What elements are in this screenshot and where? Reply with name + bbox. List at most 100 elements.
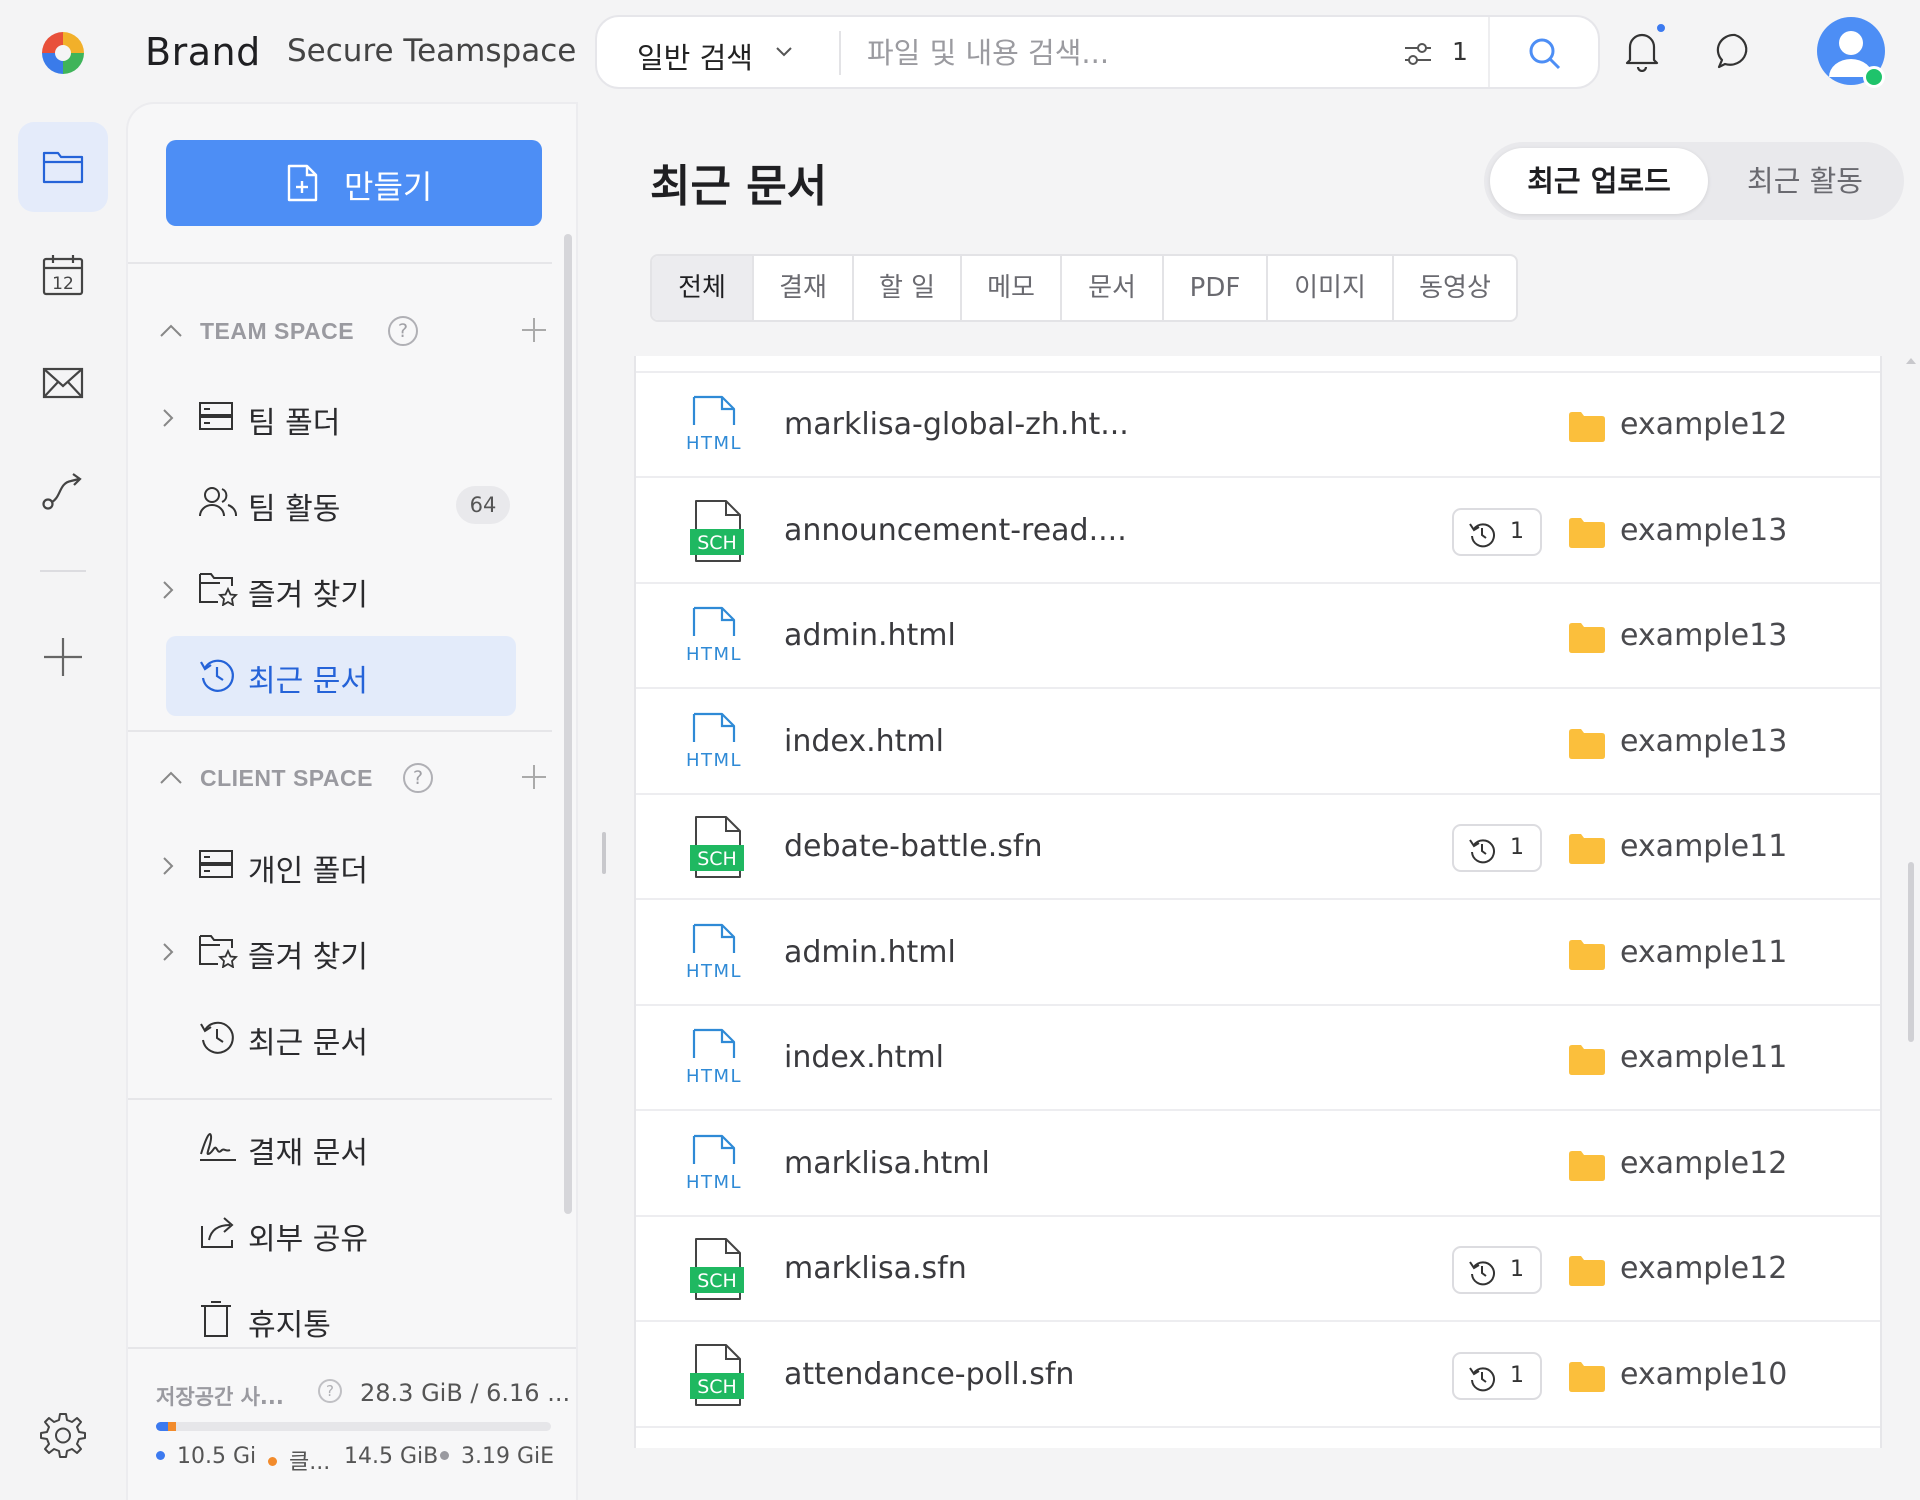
- calendar-icon: 12: [42, 255, 84, 296]
- rail-mail[interactable]: [18, 338, 108, 428]
- rail-calendar[interactable]: 12: [18, 230, 108, 320]
- chevron-right-icon[interactable]: [158, 406, 178, 430]
- help-icon[interactable]: ?: [403, 763, 433, 793]
- sidebar-item-team-activity[interactable]: 팀 활동 64: [166, 464, 516, 544]
- toggle-recent-uploads[interactable]: 최근 업로드: [1490, 148, 1708, 214]
- file-location[interactable]: example11: [1620, 829, 1787, 864]
- sidebar-scrollbar[interactable]: [564, 234, 572, 1214]
- chat-bubble-icon[interactable]: [1715, 31, 1755, 71]
- file-location[interactable]: example12: [1620, 407, 1787, 442]
- table-row[interactable]: SCH marklisa.sfn 1 example12: [636, 1217, 1880, 1322]
- table-row[interactable]: HTML admin.html example11: [636, 901, 1880, 1006]
- create-button[interactable]: 만들기: [166, 140, 542, 226]
- team-space-header[interactable]: TEAM SPACE ?: [158, 312, 546, 352]
- folder-icon: [1569, 412, 1605, 442]
- search-input[interactable]: [867, 29, 1367, 77]
- search-button[interactable]: [1488, 17, 1598, 87]
- file-name[interactable]: marklisa.sfn: [784, 1251, 967, 1286]
- table-row[interactable]: HTML marklisa.html example12: [636, 1112, 1880, 1217]
- add-team-folder-icon[interactable]: [520, 316, 548, 344]
- main-scrollbar[interactable]: [1908, 862, 1914, 1042]
- file-location[interactable]: example12: [1620, 1146, 1787, 1181]
- rail-files[interactable]: [18, 122, 108, 212]
- rail-divider: [40, 570, 86, 572]
- chevron-right-icon[interactable]: [158, 940, 178, 964]
- chevron-down-icon[interactable]: [772, 39, 796, 63]
- sidebar-item-label: 최근 문서: [248, 1026, 368, 1061]
- help-icon[interactable]: ?: [388, 316, 418, 346]
- table-row[interactable]: SCH debate-battle.sfn 1 example11: [636, 795, 1880, 900]
- notification-bell-icon[interactable]: [1622, 28, 1662, 72]
- search-type-select[interactable]: 일반 검색: [637, 35, 753, 77]
- sidebar-item-personal-folder[interactable]: 개인 폴더: [163, 826, 516, 906]
- chevron-up-icon[interactable]: [158, 321, 184, 341]
- signature-icon: [200, 1133, 236, 1161]
- tab-images[interactable]: 이미지: [1268, 256, 1394, 320]
- table-row[interactable]: HTML index.html example11: [636, 1006, 1880, 1111]
- tab-todo[interactable]: 할 일: [854, 256, 962, 320]
- add-client-folder-icon[interactable]: [520, 763, 548, 791]
- file-location[interactable]: example11: [1620, 935, 1787, 970]
- svg-text:SCH: SCH: [697, 532, 737, 554]
- chevron-up-icon[interactable]: [158, 768, 184, 788]
- chevron-right-icon[interactable]: [158, 854, 178, 878]
- sch-file-icon: SCH: [690, 1343, 744, 1406]
- tab-memo[interactable]: 메모: [962, 256, 1062, 320]
- file-name[interactable]: marklisa.html: [784, 1146, 990, 1181]
- rail-workflow[interactable]: [18, 446, 108, 536]
- file-location[interactable]: example13: [1620, 724, 1787, 759]
- file-name[interactable]: admin.html: [784, 935, 956, 970]
- toggle-recent-activity[interactable]: 최근 활동: [1712, 148, 1898, 214]
- table-row[interactable]: HTML admin.html example13: [636, 584, 1880, 689]
- sidebar-item-favorites[interactable]: 즐겨 찾기: [163, 550, 516, 630]
- file-name[interactable]: admin.html: [784, 618, 956, 653]
- version-history-icon: [1469, 1366, 1495, 1391]
- file-location[interactable]: example13: [1620, 513, 1787, 548]
- file-location[interactable]: example11: [1620, 1040, 1787, 1075]
- help-icon[interactable]: ?: [318, 1379, 342, 1403]
- sidebar-divider: [128, 730, 552, 732]
- sidebar-item-external-share[interactable]: 외부 공유: [166, 1194, 516, 1274]
- file-location[interactable]: example13: [1620, 618, 1787, 653]
- sidebar-item-team-folder[interactable]: 팀 폴더: [163, 378, 516, 458]
- brand-logo-icon[interactable]: [38, 28, 88, 78]
- settings-gear-icon[interactable]: [38, 1410, 88, 1460]
- file-name[interactable]: announcement-read....: [784, 513, 1127, 548]
- file-location[interactable]: example10: [1620, 1357, 1787, 1392]
- sidebar-item-label: 외부 공유: [248, 1222, 368, 1257]
- rail-add[interactable]: [18, 612, 108, 702]
- table-row[interactable]: HTML marklisa-global-zh.ht... example12: [636, 373, 1880, 478]
- file-name[interactable]: debate-battle.sfn: [784, 829, 1042, 864]
- file-location[interactable]: example12: [1620, 1251, 1787, 1286]
- calendar-day: 12: [52, 274, 74, 294]
- tab-pdf[interactable]: PDF: [1164, 256, 1268, 320]
- version-badge[interactable]: 1: [1452, 507, 1542, 556]
- chevron-right-icon[interactable]: [158, 578, 178, 602]
- filter-sliders-icon[interactable]: [1402, 39, 1434, 69]
- file-name[interactable]: index.html: [784, 724, 944, 759]
- sidebar-item-client-favorites[interactable]: 즐겨 찾기: [163, 912, 516, 992]
- sidebar-item-label: 개인 폴더: [248, 854, 368, 889]
- tab-all[interactable]: 전체: [652, 256, 754, 320]
- users-icon: [199, 487, 237, 517]
- plus-icon: [44, 638, 82, 676]
- scroll-up-arrow[interactable]: [1906, 358, 1916, 364]
- tab-approval[interactable]: 결재: [754, 256, 854, 320]
- sidebar-item-client-recent[interactable]: 최근 문서: [166, 998, 516, 1078]
- sidebar-item-approval-docs[interactable]: 결재 문서: [166, 1108, 516, 1188]
- sidebar-item-recent-docs[interactable]: 최근 문서: [166, 636, 516, 716]
- file-name[interactable]: attendance-poll.sfn: [784, 1357, 1074, 1392]
- version-badge[interactable]: 1: [1452, 824, 1542, 872]
- table-row[interactable]: SCH attendance-poll.sfn 1 example10: [636, 1323, 1880, 1428]
- file-name[interactable]: marklisa-global-zh.ht...: [784, 407, 1129, 442]
- version-badge[interactable]: 1: [1452, 1351, 1542, 1400]
- client-space-header[interactable]: CLIENT SPACE ?: [158, 759, 546, 799]
- file-name[interactable]: index.html: [784, 1040, 944, 1075]
- svg-text:HTML: HTML: [686, 1172, 742, 1193]
- tab-videos[interactable]: 동영상: [1394, 256, 1516, 320]
- tab-docs[interactable]: 문서: [1062, 256, 1164, 320]
- table-row[interactable]: SCH announcement-read.... 1 example13: [636, 479, 1880, 584]
- table-row[interactable]: HTML index.html example13: [636, 690, 1880, 795]
- version-badge[interactable]: 1: [1452, 1246, 1542, 1294]
- svg-text:HTML: HTML: [686, 750, 742, 771]
